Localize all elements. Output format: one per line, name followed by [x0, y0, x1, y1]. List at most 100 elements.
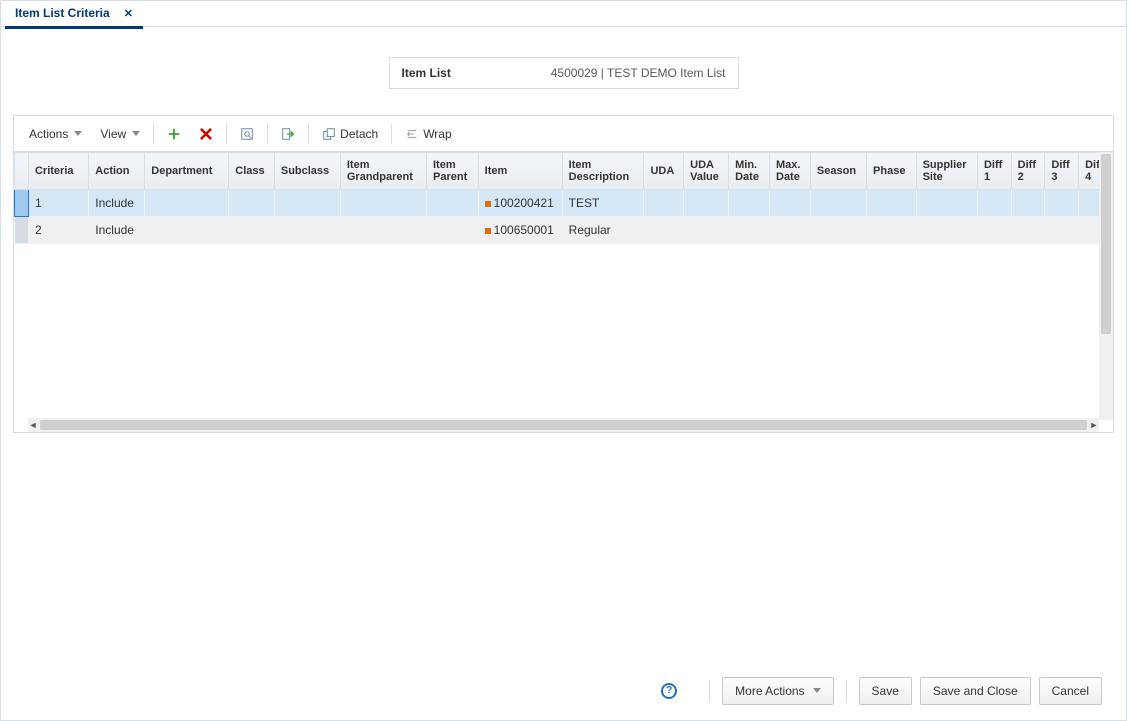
cell-uda-value: [684, 190, 729, 217]
query-icon: [240, 127, 254, 141]
actions-label: Actions: [29, 127, 68, 141]
cell-item-grandparent: [340, 190, 426, 217]
col-diff2[interactable]: Diff 2: [1011, 153, 1045, 190]
delete-button[interactable]: [190, 122, 222, 146]
cell-uda-value: [684, 217, 729, 244]
cell-diff3: [1045, 190, 1079, 217]
cell-department: [145, 190, 229, 217]
save-label: Save: [872, 684, 899, 698]
grid-header-row: Criteria Action Department Class Subclas…: [15, 153, 1113, 190]
cell-supplier-site: [916, 217, 977, 244]
scrollbar-thumb[interactable]: [1101, 154, 1111, 334]
save-close-label: Save and Close: [933, 684, 1018, 698]
cell-season: [810, 217, 866, 244]
col-diff3[interactable]: Diff 3: [1045, 153, 1079, 190]
tab-item-list-criteria[interactable]: Item List Criteria ✕: [5, 0, 143, 29]
col-department[interactable]: Department: [145, 153, 229, 190]
col-supplier-site[interactable]: Supplier Site: [916, 153, 977, 190]
view-menu[interactable]: View: [91, 122, 149, 146]
cell-max-date: [770, 190, 811, 217]
export-icon: [281, 127, 295, 141]
item-list-value: 4500029 | TEST DEMO Item List: [551, 66, 726, 80]
wrap-icon: [405, 127, 419, 141]
col-max-date[interactable]: Max. Date: [770, 153, 811, 190]
view-label: View: [100, 127, 126, 141]
cell-diff3: [1045, 217, 1079, 244]
col-action[interactable]: Action: [89, 153, 145, 190]
cell-uda: [644, 190, 684, 217]
separator: [308, 124, 309, 144]
detach-icon: [322, 127, 336, 141]
cell-min-date: [729, 190, 770, 217]
more-actions-button[interactable]: More Actions: [722, 677, 833, 705]
col-uda-value[interactable]: UDA Value: [684, 153, 729, 190]
toolbar: Actions View: [14, 116, 1113, 152]
col-uda[interactable]: UDA: [644, 153, 684, 190]
scroll-left-arrow[interactable]: ◄: [28, 420, 38, 430]
cell-item-grandparent: [340, 217, 426, 244]
help-icon[interactable]: ?: [661, 683, 677, 699]
cell-diff2: [1011, 217, 1045, 244]
chevron-down-icon: [74, 131, 82, 136]
table-row[interactable]: 2 Include 100650001 Regular: [15, 217, 1113, 244]
save-and-close-button[interactable]: Save and Close: [920, 677, 1031, 705]
col-item-description[interactable]: Item Description: [562, 153, 644, 190]
scroll-right-arrow[interactable]: ►: [1089, 420, 1099, 430]
col-phase[interactable]: Phase: [867, 153, 917, 190]
save-button[interactable]: Save: [859, 677, 912, 705]
detach-button[interactable]: Detach: [313, 122, 387, 146]
cell-diff1: [977, 190, 1011, 217]
col-criteria[interactable]: Criteria: [28, 153, 88, 190]
horizontal-scrollbar[interactable]: ◄ ►: [28, 418, 1099, 432]
query-button[interactable]: [231, 122, 263, 146]
cell-item-description: TEST: [562, 190, 644, 217]
cell-item-description: Regular: [562, 217, 644, 244]
separator: [846, 680, 847, 702]
grid-wrapper: Criteria Action Department Class Subclas…: [14, 152, 1113, 432]
tab-bar: Item List Criteria ✕: [1, 1, 1126, 27]
cell-item-parent: [427, 217, 479, 244]
cross-icon: [199, 127, 213, 141]
col-diff1[interactable]: Diff 1: [977, 153, 1011, 190]
cell-phase: [867, 217, 917, 244]
window: Item List Criteria ✕ Item List 4500029 |…: [0, 0, 1127, 721]
cell-diff2: [1011, 190, 1045, 217]
cell-criteria: 1: [28, 190, 88, 217]
col-subclass[interactable]: Subclass: [274, 153, 340, 190]
separator: [267, 124, 268, 144]
cell-subclass: [274, 190, 340, 217]
close-icon[interactable]: ✕: [124, 7, 133, 20]
table-row[interactable]: 1 Include 100200421 TEST: [15, 190, 1113, 217]
info-box: Item List 4500029 | TEST DEMO Item List: [389, 57, 739, 89]
actions-menu[interactable]: Actions: [20, 122, 91, 146]
indicator-icon: [485, 228, 491, 234]
col-min-date[interactable]: Min. Date: [729, 153, 770, 190]
row-selector[interactable]: [15, 190, 29, 217]
separator: [391, 124, 392, 144]
cell-action: Include: [89, 190, 145, 217]
col-item[interactable]: Item: [478, 153, 562, 190]
criteria-grid: Criteria Action Department Class Subclas…: [14, 152, 1113, 244]
more-actions-label: More Actions: [735, 684, 804, 698]
cell-action: Include: [89, 217, 145, 244]
cell-subclass: [274, 217, 340, 244]
row-selector[interactable]: [15, 217, 29, 244]
cell-phase: [867, 190, 917, 217]
col-item-grandparent[interactable]: Item Grandparent: [340, 153, 426, 190]
wrap-label: Wrap: [423, 127, 451, 141]
wrap-button[interactable]: Wrap: [396, 122, 460, 146]
cell-diff1: [977, 217, 1011, 244]
item-value: 100650001: [494, 223, 554, 237]
export-button[interactable]: [272, 122, 304, 146]
vertical-scrollbar[interactable]: [1099, 152, 1113, 420]
tab-label: Item List Criteria: [15, 6, 110, 20]
scrollbar-thumb[interactable]: [40, 420, 1087, 430]
detach-label: Detach: [340, 127, 378, 141]
indicator-icon: [485, 201, 491, 207]
col-class[interactable]: Class: [229, 153, 275, 190]
cancel-button[interactable]: Cancel: [1039, 677, 1102, 705]
item-list-label: Item List: [402, 66, 451, 80]
add-button[interactable]: [158, 122, 190, 146]
col-item-parent[interactable]: Item Parent: [427, 153, 479, 190]
col-season[interactable]: Season: [810, 153, 866, 190]
